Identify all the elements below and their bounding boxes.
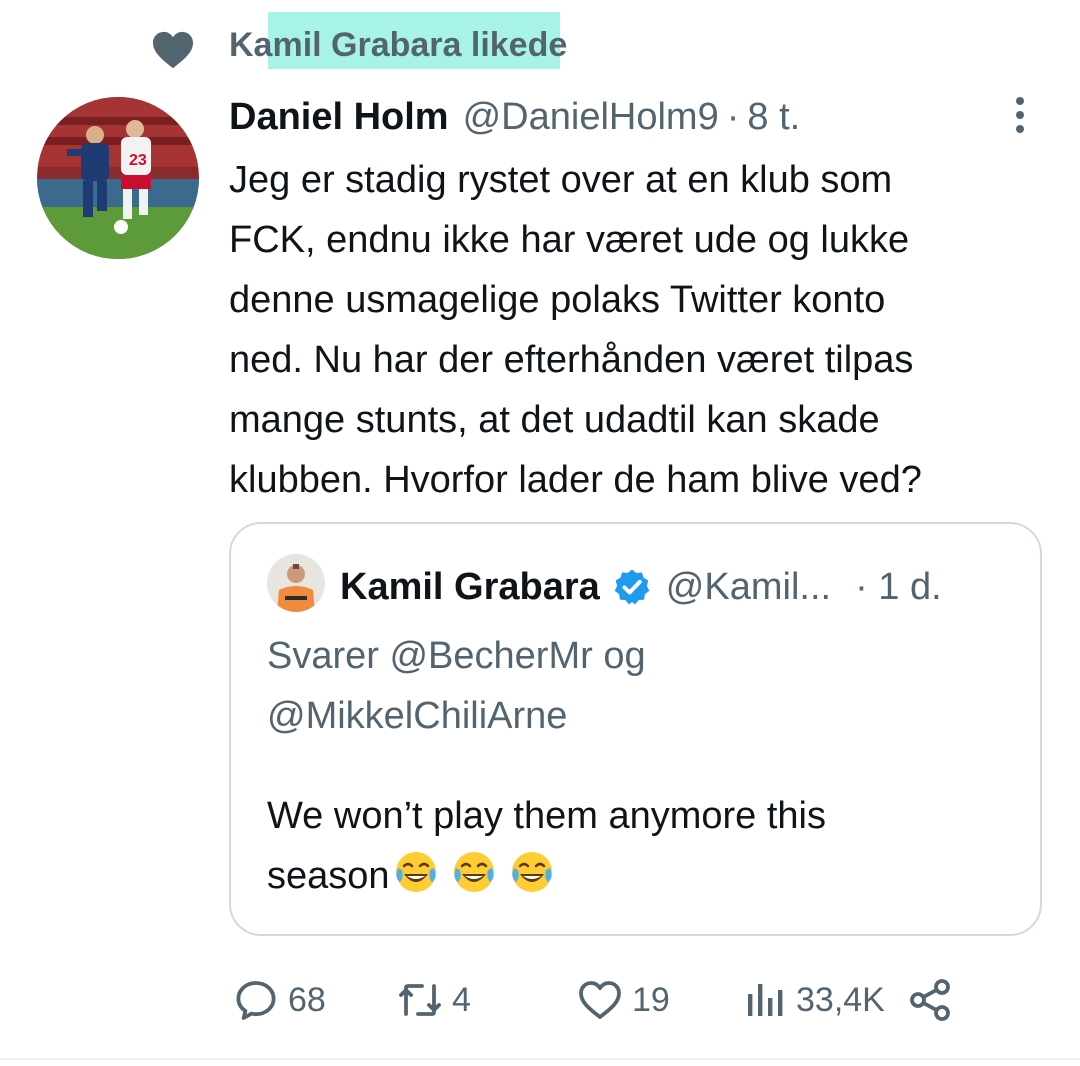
quoted-author-handle[interactable]: @Kamil... [666,566,831,609]
face-with-tears-of-joy-icon [453,852,494,892]
tweet-text: Jeg er stadig rystet over at en klub som… [229,159,922,501]
mention-link[interactable]: @MikkelChiliArne [267,695,567,737]
tweet-header: Daniel Holm @DanielHolm9 · 8 t. [229,92,800,142]
reply-icon [236,981,276,1020]
social-context-text[interactable]: Kamil Grabara likede [229,26,567,65]
retweet-button[interactable]: 4 [396,970,471,1030]
like-count: 19 [632,980,670,1019]
quoted-author-name[interactable]: Kamil Grabara [340,566,600,609]
like-button[interactable]: 19 [576,970,670,1030]
views-bar-chart-icon [748,984,783,1016]
face-with-tears-of-joy-icon [511,852,552,892]
reply-count: 68 [288,980,326,1019]
mention-link[interactable]: @BecherMr [389,635,592,677]
share-icon [910,979,950,1021]
replying-to-joiner: og [603,635,646,677]
tweet-actions: 68 4 19 33,4K [0,970,1080,1030]
bottom-divider [0,1058,1080,1060]
verified-badge-icon [614,569,650,605]
quoted-tweet-card[interactable]: Kamil Grabara @Kamil... · 1 d. Svarer @B… [229,522,1042,936]
quoted-author-avatar[interactable] [267,554,325,612]
face-with-tears-of-joy-icon [395,852,436,892]
author-avatar[interactable]: 23 [37,97,199,259]
heart-icon [153,31,193,69]
author-name[interactable]: Daniel Holm [229,96,449,139]
views-button[interactable]: 33,4K [740,970,885,1030]
svg-text:23: 23 [129,152,147,169]
quoted-tweet-text-block: We won’t play them anymore this season [267,786,1027,906]
like-heart-icon [579,981,621,1019]
author-handle[interactable]: @DanielHolm9 [463,96,719,139]
quoted-tweet-time[interactable]: · 1 d. [855,566,942,609]
author-avatar-image: 23 [37,97,199,259]
reply-button[interactable]: 68 [232,970,326,1030]
emoji-row [392,848,556,896]
views-count: 33,4K [796,980,885,1019]
retweet-icon [399,984,441,1016]
quoted-tweet-header: Kamil Grabara @Kamil... · 1 d. [340,562,942,612]
tweet-time[interactable]: 8 t. [747,96,800,139]
separator-dot: · [726,95,740,138]
share-button[interactable] [906,970,954,1030]
replying-to: Svarer @BecherMr og @MikkelChiliArne [267,626,967,746]
retweet-count: 4 [452,980,471,1019]
replying-to-prefix: Svarer [267,635,379,677]
quoted-author-avatar-image [267,554,325,612]
more-options-icon[interactable] [1010,95,1030,135]
